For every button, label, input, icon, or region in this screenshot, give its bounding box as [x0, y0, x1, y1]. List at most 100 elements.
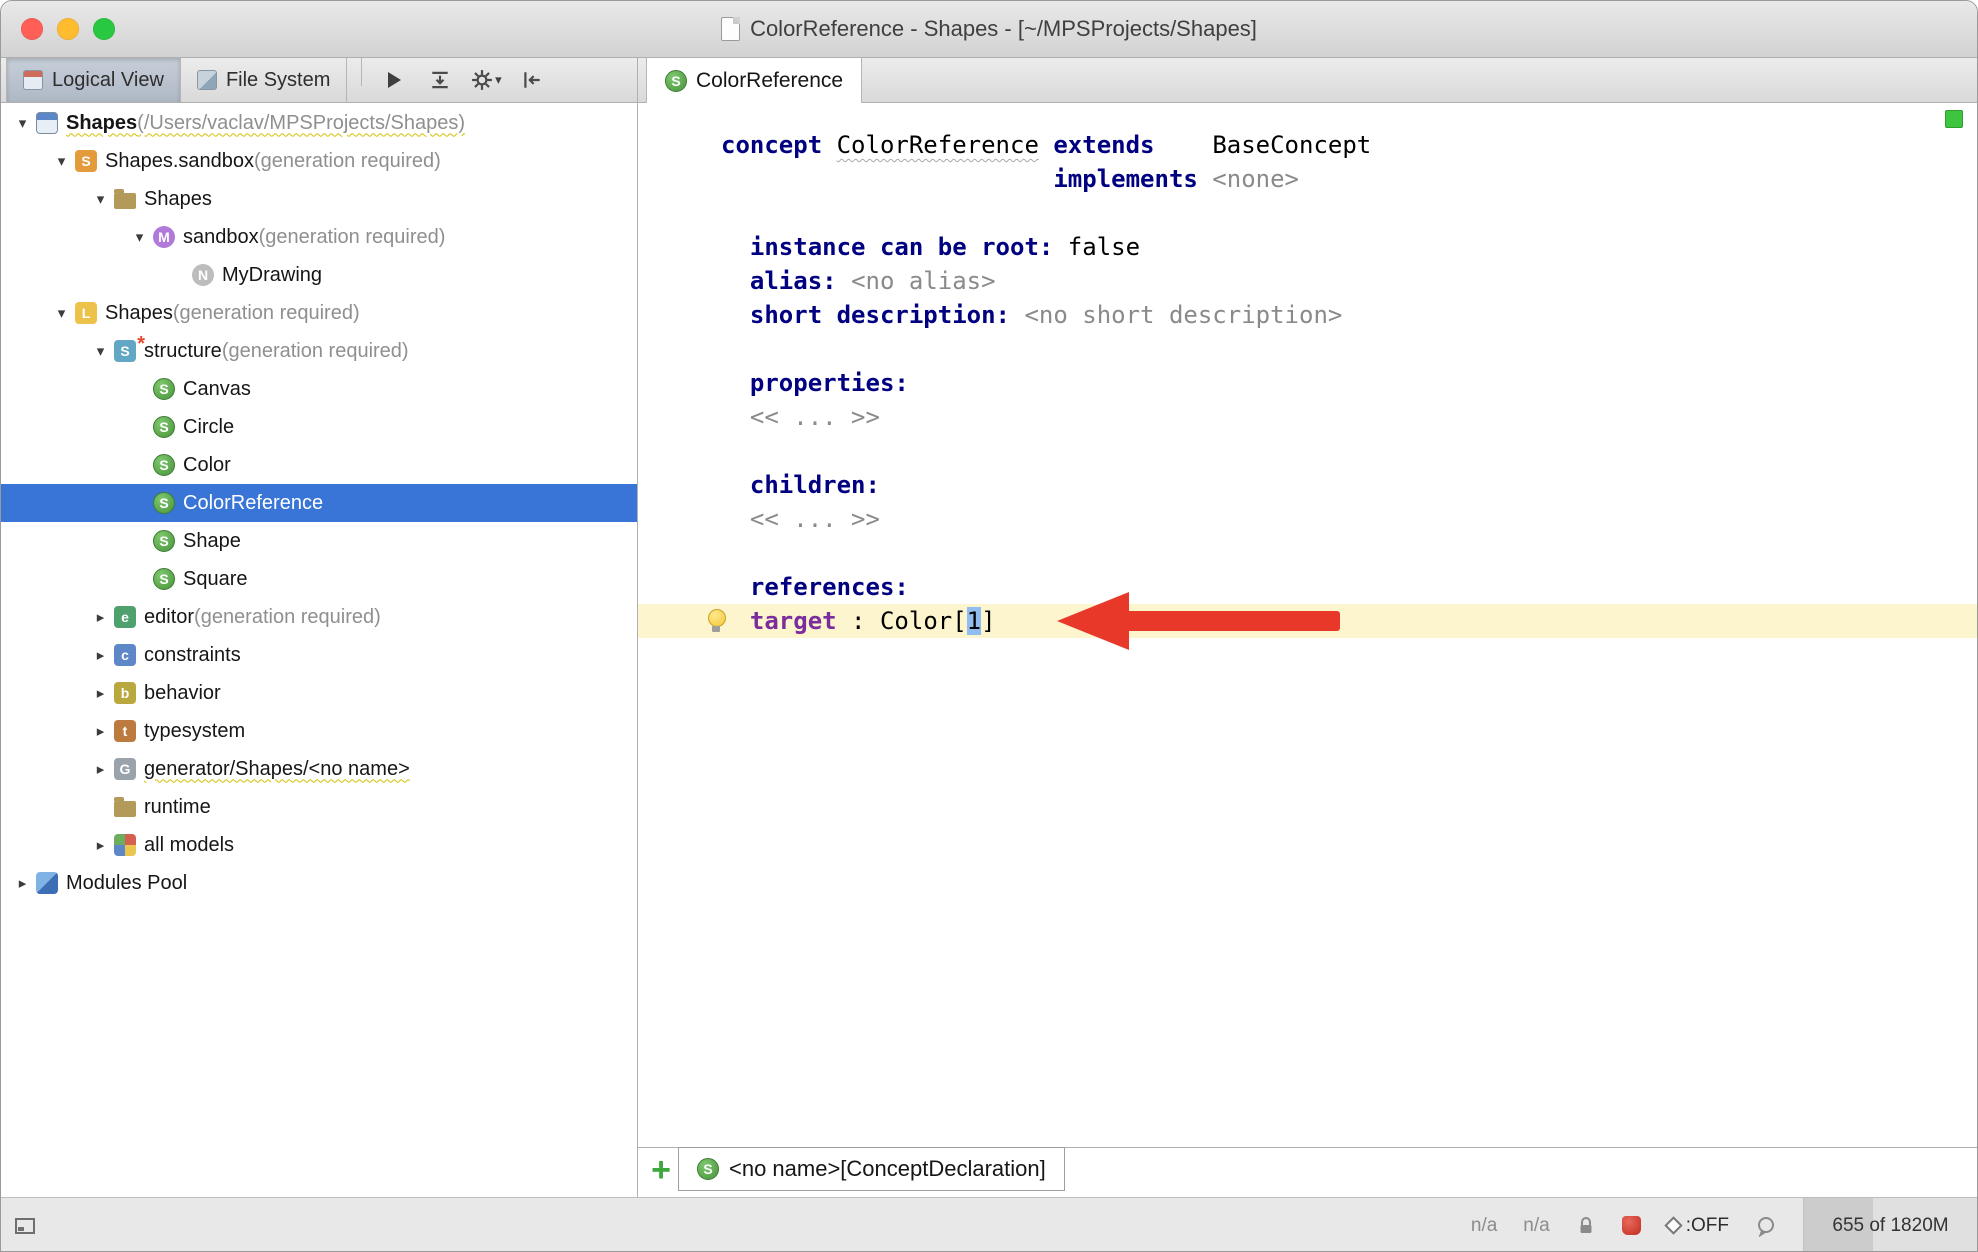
code-line[interactable]	[721, 434, 1977, 468]
tree-item-canvas[interactable]: SCanvas	[1, 370, 637, 408]
code-line[interactable]	[721, 332, 1977, 366]
tab-file-system[interactable]: File System	[181, 58, 347, 102]
intention-bulb-icon[interactable]	[706, 608, 726, 634]
traffic-lights	[21, 1, 115, 57]
event-log-icon[interactable]	[1755, 1215, 1777, 1237]
tree-item-shapes[interactable]: ▾Shapes (/Users/vaclav/MPSProjects/Shape…	[1, 104, 637, 142]
tree-item-shape[interactable]: SShape	[1, 522, 637, 560]
code-line[interactable]	[721, 196, 1977, 230]
add-editor-tab-button[interactable]: +	[644, 1148, 678, 1192]
collapse-arrow-icon[interactable]: ▾	[87, 342, 114, 360]
editor-tabbar: S ColorReference	[638, 58, 1977, 103]
code-token	[721, 267, 750, 295]
expand-arrow-icon[interactable]: ▸	[87, 608, 114, 626]
collapse-arrow-icon[interactable]: ▾	[9, 114, 36, 132]
expand-arrow-icon[interactable]: ▸	[87, 760, 114, 778]
bottom-tab-concept-declaration[interactable]: S <no name>[ConceptDeclaration]	[678, 1147, 1065, 1191]
memory-indicator[interactable]: 655 of 1820M	[1803, 1198, 1977, 1252]
tree-item-behavior[interactable]: ▸bbehavior	[1, 674, 637, 712]
code-token-kw: concept	[721, 131, 822, 159]
tree-item-label: Shape	[183, 530, 241, 553]
folder-icon	[114, 193, 136, 209]
code-token-kw: children:	[750, 471, 880, 499]
memory-text: 655 of 1820M	[1832, 1215, 1948, 1237]
tree-item-mydrawing[interactable]: NMyDrawing	[1, 256, 637, 294]
code-token-ref: target	[750, 607, 837, 635]
lock-icon[interactable]	[1576, 1216, 1596, 1236]
trace-label: :OFF	[1686, 1215, 1729, 1237]
tree-item-runtime[interactable]: runtime	[1, 788, 637, 826]
code-line[interactable]: << ... >>	[721, 502, 1977, 536]
play-icon[interactable]	[376, 63, 412, 97]
code-line[interactable]: short description: <no short description…	[721, 298, 1977, 332]
toolbar-actions: ▾	[376, 58, 550, 102]
inspection-status-indicator[interactable]	[1945, 110, 1963, 128]
tab-logical-view[interactable]: Logical View	[6, 58, 181, 102]
hector-inspector-icon[interactable]	[1622, 1216, 1641, 1235]
code-token	[721, 505, 750, 533]
tree-item-color[interactable]: SColor	[1, 446, 637, 484]
zoom-button[interactable]	[93, 18, 115, 40]
tree-item-sandbox[interactable]: ▾Msandbox (generation required)	[1, 218, 637, 256]
code-line[interactable]: references:	[721, 570, 1977, 604]
status-position-2: n/a	[1523, 1215, 1549, 1237]
tree-item-constraints[interactable]: ▸cconstraints	[1, 636, 637, 674]
project-tool-window: Logical View File System ▾	[1, 58, 638, 1197]
title-wrap: ColorReference - Shapes - [~/MPSProjects…	[721, 16, 1257, 42]
trace-toggle[interactable]: :OFF	[1667, 1215, 1729, 1237]
tree-item-shapes[interactable]: ▾Shapes	[1, 180, 637, 218]
collapse-arrow-icon[interactable]: ▾	[48, 152, 75, 170]
code-token	[721, 403, 750, 431]
collapse-arrow-icon[interactable]: ▾	[126, 228, 153, 246]
tree-item-structure[interactable]: ▾Sstructure (generation required)	[1, 332, 637, 370]
code-token	[1053, 233, 1067, 261]
collapse-arrow-icon[interactable]: ▾	[48, 304, 75, 322]
tree-item-editor[interactable]: ▸eeditor (generation required)	[1, 598, 637, 636]
expand-arrow-icon[interactable]: ▸	[87, 684, 114, 702]
code-line[interactable]: properties:	[721, 366, 1977, 400]
code-token	[822, 131, 836, 159]
tree-item-label: Canvas	[183, 378, 251, 401]
tree-item-square[interactable]: SSquare	[1, 560, 637, 598]
structure-icon: S	[114, 340, 136, 362]
behavior-icon: b	[114, 682, 136, 704]
close-button[interactable]	[21, 18, 43, 40]
tree-item-suffix: (generation required)	[222, 340, 409, 363]
model-icon: M	[153, 226, 175, 248]
code-line[interactable]: implements <none>	[721, 162, 1977, 196]
code-token	[1010, 301, 1024, 329]
tree-item-shapes[interactable]: ▾LShapes (generation required)	[1, 294, 637, 332]
editor-area: S ColorReference concept ColorReference …	[638, 58, 1977, 1197]
tree-item-circle[interactable]: SCircle	[1, 408, 637, 446]
editor-tab-colorreference[interactable]: S ColorReference	[646, 58, 862, 103]
expand-arrow-icon[interactable]: ▸	[87, 646, 114, 664]
tree-item-label: typesystem	[144, 720, 245, 743]
tree-item-generator-shapes-no-name[interactable]: ▸Ggenerator/Shapes/<no name>	[1, 750, 637, 788]
editor-pane[interactable]: concept ColorReference extends BaseConce…	[638, 103, 1977, 1147]
code-line[interactable]: alias: <no alias>	[721, 264, 1977, 298]
code-line[interactable]: << ... >>	[721, 400, 1977, 434]
code-line[interactable]	[721, 536, 1977, 570]
tree-item-modules-pool[interactable]: ▸Modules Pool	[1, 864, 637, 902]
hide-sidebar-icon[interactable]	[514, 63, 550, 97]
tree-item-all-models[interactable]: ▸all models	[1, 826, 637, 864]
code-line[interactable]: instance can be root: false	[721, 230, 1977, 264]
code-line[interactable]: concept ColorReference extends BaseConce…	[721, 128, 1977, 162]
settings-gear-icon[interactable]: ▾	[468, 63, 504, 97]
code-line[interactable]: children:	[721, 468, 1977, 502]
tree-item-shapes-sandbox[interactable]: ▾SShapes.sandbox (generation required)	[1, 142, 637, 180]
tree-item-label: generator/Shapes/<no name>	[144, 758, 410, 781]
expand-arrow-icon[interactable]: ▸	[87, 722, 114, 740]
tree-item-typesystem[interactable]: ▸ttypesystem	[1, 712, 637, 750]
tree-item-colorreference[interactable]: SColorReference	[1, 484, 637, 522]
expand-arrow-icon[interactable]: ▸	[9, 874, 36, 892]
scroll-to-source-icon[interactable]	[422, 63, 458, 97]
collapse-arrow-icon[interactable]: ▾	[87, 190, 114, 208]
toolwindow-toggle-icon[interactable]	[13, 1214, 37, 1238]
app-window: ColorReference - Shapes - [~/MPSProjects…	[0, 0, 1978, 1252]
tree-item-suffix: (generation required)	[254, 150, 441, 173]
concept-icon: S	[665, 70, 687, 92]
code-token	[721, 573, 750, 601]
minimize-button[interactable]	[57, 18, 79, 40]
expand-arrow-icon[interactable]: ▸	[87, 836, 114, 854]
